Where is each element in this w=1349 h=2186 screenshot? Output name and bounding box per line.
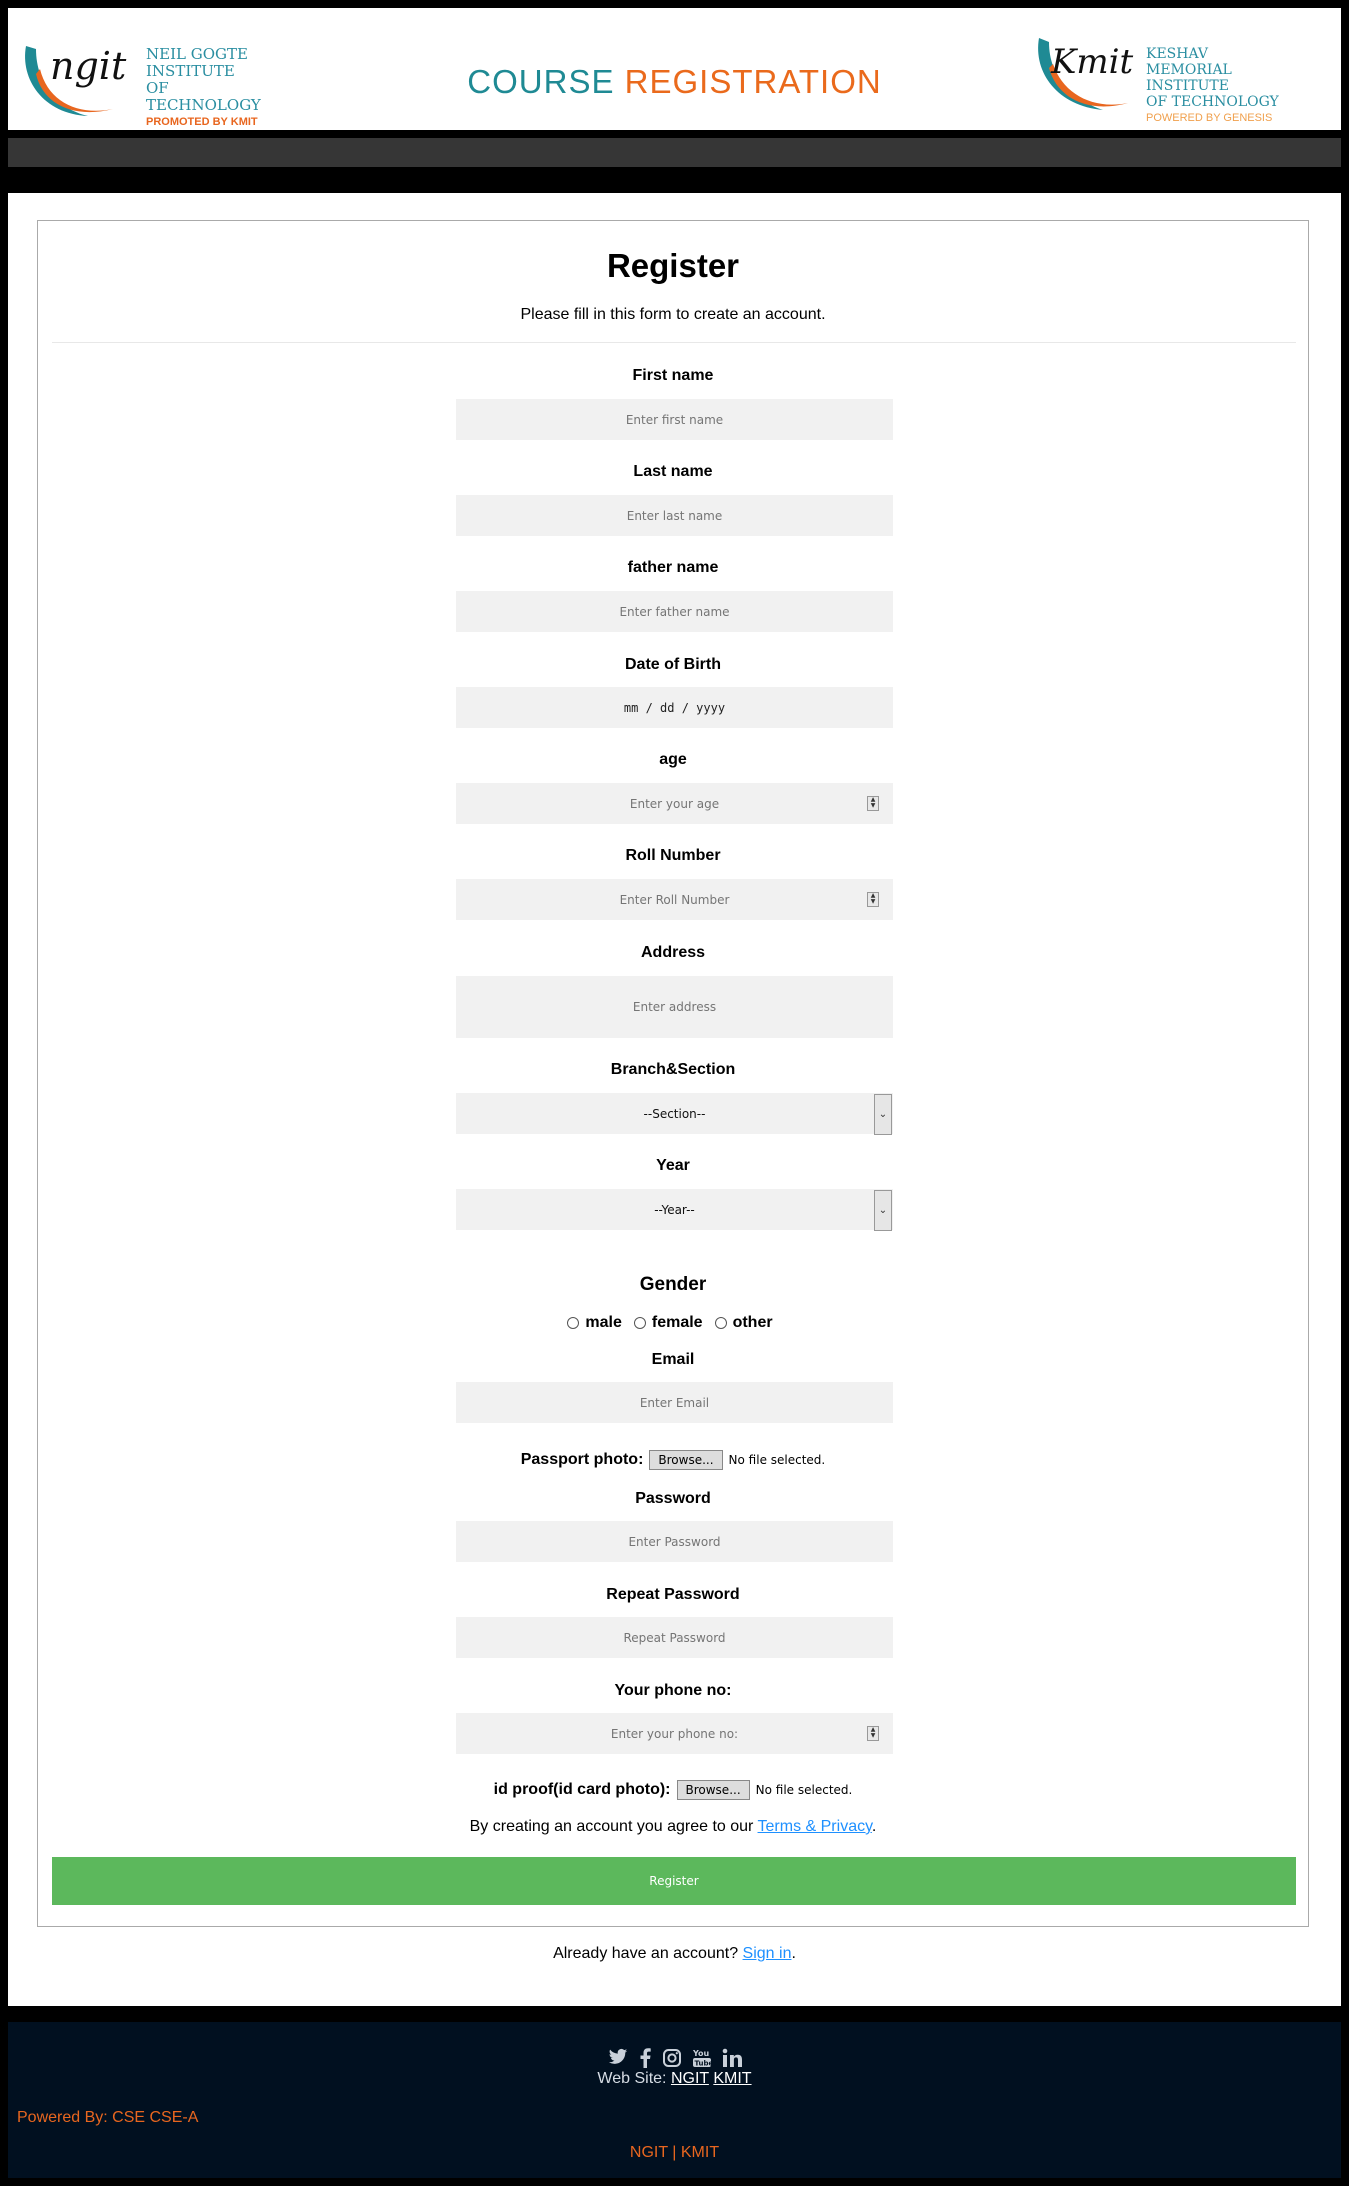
signin-prefix: Already have an account? — [553, 1945, 743, 1962]
signin-text: Already have an account? Sign in. — [8, 1945, 1341, 1963]
gender-female-radio[interactable] — [633, 1317, 646, 1329]
signin-suffix: . — [791, 1945, 796, 1962]
title-registration: REGISTRATION — [624, 63, 882, 100]
gender-female-label: female — [651, 1314, 703, 1331]
divider — [52, 342, 1296, 343]
terms-text: By creating an account you agree to our … — [38, 1818, 1308, 1836]
passport-browse-button[interactable]: Browse... — [649, 1450, 723, 1470]
passport-file-status: No file selected. — [728, 1453, 826, 1467]
email-label: Email — [651, 1351, 695, 1368]
kmit-logo-line-3: OF TECHNOLOGY — [1146, 94, 1279, 110]
form-heading: Register — [606, 247, 740, 284]
age-input[interactable]: Enter your age ▲ ▼ — [456, 783, 893, 824]
terms-prefix: By creating an account you agree to our — [469, 1818, 758, 1835]
address-placeholder: Enter address — [632, 1000, 717, 1014]
year-selected: --Year-- — [654, 1202, 695, 1217]
web-label: Web Site: — [597, 2070, 667, 2087]
year-chevron-down-icon[interactable]: ⌄ — [874, 1190, 892, 1231]
repeat-password-placeholder: Repeat Password — [623, 1630, 726, 1645]
gender-male-radio[interactable] — [567, 1317, 580, 1329]
svg-text:Kmit: Kmit — [1050, 42, 1134, 82]
password-placeholder: Enter Password — [628, 1534, 721, 1549]
title-course: COURSE — [467, 63, 615, 100]
roll-spinner-icon[interactable]: ▲ ▼ — [867, 892, 879, 907]
year-label: Year — [656, 1157, 690, 1174]
passport-photo-row: Passport photo: Browse... No file select… — [38, 1450, 1308, 1470]
kmit-link[interactable]: KMIT — [713, 2070, 751, 2087]
gender-options: male female other — [38, 1314, 1308, 1332]
email-input[interactable]: Enter Email — [456, 1382, 893, 1423]
password-label: Password — [635, 1490, 711, 1507]
branch-select[interactable]: --Section-- ⌄ — [456, 1093, 893, 1135]
ngit-logo-line-1: NEIL GOGTE — [146, 45, 248, 63]
father-name-placeholder: Enter father name — [619, 604, 730, 619]
father-name-label: father name — [627, 559, 719, 576]
kmit-logo-line-2: MEMORIAL INSTITUTE — [1146, 62, 1232, 94]
repeat-password-input[interactable]: Repeat Password — [456, 1617, 893, 1658]
gender-other-label: other — [732, 1314, 773, 1331]
footer: You Tube Web Site: NGIT KMIT Powered By: … — [8, 2022, 1341, 2178]
roll-input[interactable]: Enter Roll Number ▲ ▼ — [456, 879, 893, 920]
id-proof-file-status: No file selected. — [755, 1783, 853, 1797]
dob-label: Date of Birth — [625, 656, 721, 673]
dob-input[interactable]: mm / dd / yyyy — [456, 687, 893, 728]
year-select[interactable]: --Year-- ⌄ — [456, 1189, 893, 1231]
passport-photo-label: Passport photo: — [520, 1451, 644, 1468]
branch-selected: --Section-- — [643, 1106, 706, 1121]
branch-chevron-down-icon[interactable]: ⌄ — [874, 1094, 892, 1135]
roll-placeholder: Enter Roll Number — [619, 892, 730, 907]
age-spinner-icon[interactable]: ▲ ▼ — [867, 796, 879, 811]
id-proof-browse-button[interactable]: Browse... — [676, 1780, 750, 1800]
gender-male-label: male — [585, 1314, 622, 1331]
header: ngit NEIL GOGTE INSTITUTE OF TECHNOLOGY … — [8, 8, 1341, 130]
last-name-label: Last name — [633, 463, 713, 480]
website-links: Web Site: NGIT KMIT — [8, 2070, 1341, 2088]
main-panel: Register Please fill in this form to cre… — [8, 193, 1341, 2006]
powered-by: Powered By: CSE CSE-A — [17, 2109, 199, 2126]
ngit-link[interactable]: NGIT — [671, 2070, 709, 2087]
footer-bottom-text: NGIT | KMIT — [629, 2144, 720, 2161]
terms-suffix: . — [871, 1818, 877, 1835]
gender-other-radio[interactable] — [714, 1317, 727, 1329]
id-proof-row: id proof(id card photo): Browse... No fi… — [38, 1780, 1308, 1800]
kmit-logo[interactable]: Kmit KESHAV MEMORIAL INSTITUTE OF TECHNO… — [1033, 28, 1293, 128]
first-name-input[interactable]: Enter first name — [456, 399, 893, 440]
age-label: age — [659, 751, 687, 768]
last-name-input[interactable]: Enter last name — [456, 495, 893, 536]
phone-input[interactable]: Enter your phone no: ▲ ▼ — [456, 1713, 893, 1754]
email-placeholder: Enter Email — [639, 1395, 710, 1410]
gender-heading: Gender — [639, 1274, 707, 1295]
sign-in-link[interactable]: Sign in — [743, 1945, 792, 1962]
first-name-placeholder: Enter first name — [625, 412, 724, 427]
roll-label: Roll Number — [625, 847, 721, 864]
address-textarea[interactable]: Enter address — [456, 976, 893, 1038]
password-input[interactable]: Enter Password — [456, 1521, 893, 1562]
kmit-logo-tag: POWERED BY GENESIS — [1146, 112, 1273, 124]
svg-text:You: You — [693, 2049, 710, 2058]
phone-label: Your phone no: — [614, 1682, 732, 1699]
kmit-logo-line-1: KESHAV — [1146, 46, 1209, 62]
address-label: Address — [640, 944, 706, 961]
terms-privacy-link[interactable]: Terms & Privacy — [758, 1818, 872, 1835]
register-button[interactable]: Register — [52, 1857, 1296, 1905]
kmit-logo-mark-icon: Kmit — [1038, 38, 1134, 110]
dob-placeholder: mm / dd / yyyy — [623, 700, 726, 715]
nav-bar — [8, 138, 1341, 167]
phone-spinner-icon[interactable]: ▲ ▼ — [867, 1726, 879, 1741]
branch-label: Branch&Section — [610, 1061, 736, 1078]
svg-text:Tube: Tube — [694, 2060, 711, 2068]
first-name-label: First name — [632, 367, 714, 384]
ngit-logo-tag: PROMOTED BY KMIT — [146, 116, 258, 128]
form-intro: Please fill in this form to create an ac… — [520, 306, 826, 323]
repeat-password-label: Repeat Password — [606, 1586, 740, 1603]
age-placeholder: Enter your age — [629, 796, 720, 811]
father-name-input[interactable]: Enter father name — [456, 591, 893, 632]
phone-placeholder: Enter your phone no: — [610, 1726, 739, 1741]
last-name-placeholder: Enter last name — [626, 508, 723, 523]
register-form: Register Please fill in this form to cre… — [37, 220, 1309, 1927]
id-proof-label: id proof(id card photo): — [493, 1781, 671, 1798]
